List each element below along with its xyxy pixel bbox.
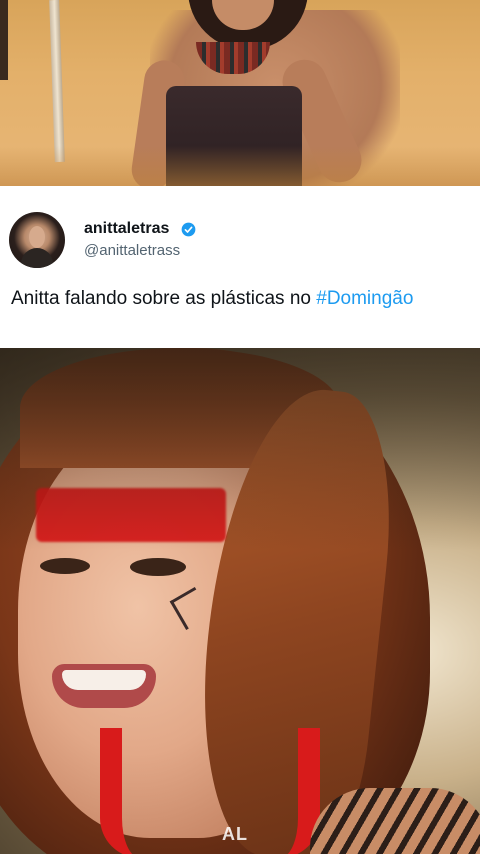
user-handle[interactable]: @anittaletrass [84, 242, 180, 259]
tweet-body: Anitta falando sobre as plásticas no [11, 288, 317, 309]
avatar-face [29, 226, 45, 248]
wooden-pole [49, 0, 65, 163]
bottom-photo[interactable] [0, 348, 480, 854]
avatar-body [21, 248, 53, 268]
tweet-card[interactable]: anittaletras @anittaletrass Anitta falan… [0, 186, 480, 347]
avatar[interactable] [9, 212, 65, 268]
top-photo[interactable] [0, 0, 480, 186]
sand-ground [0, 146, 480, 186]
watermark-logo: AL [222, 824, 248, 844]
verified-badge-icon [181, 222, 196, 237]
tweet-text: Anitta falando sobre as plásticas no #Do… [11, 288, 413, 310]
photo-dark-edge [0, 0, 8, 80]
photo-vignette [0, 348, 480, 854]
hashtag-link[interactable]: #Domingão [316, 288, 413, 309]
post-frame: anittaletras @anittaletrass Anitta falan… [0, 0, 480, 854]
display-name[interactable]: anittaletras [84, 220, 169, 238]
